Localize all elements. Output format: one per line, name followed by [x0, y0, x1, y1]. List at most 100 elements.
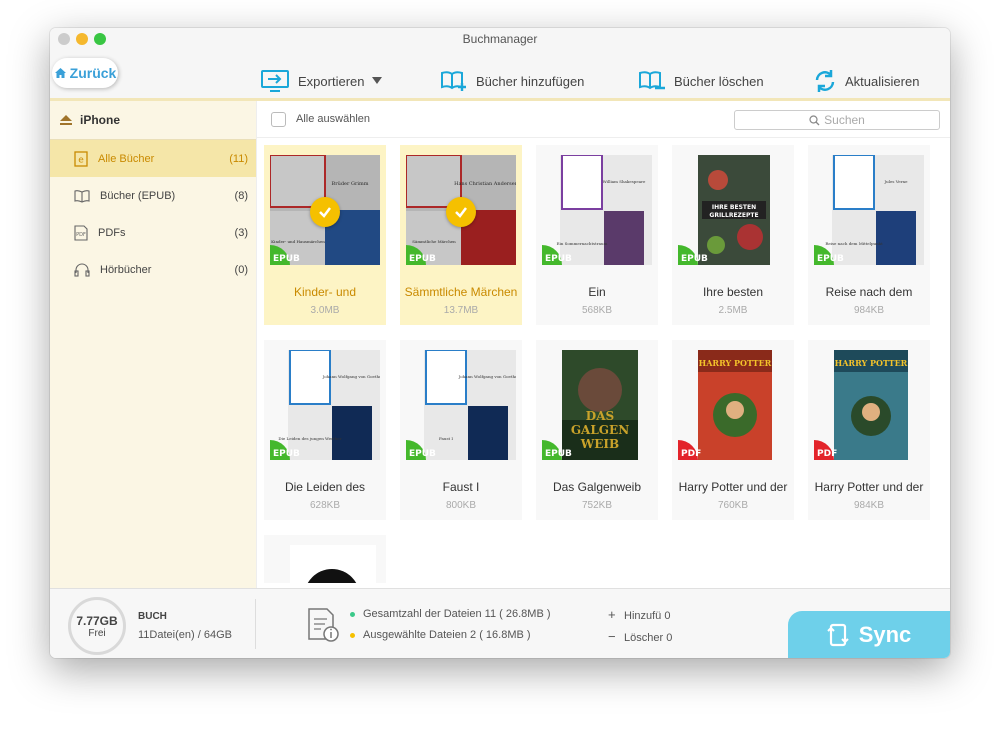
book-size: 984KB	[853, 305, 885, 316]
svg-text:William Shakespeare: William Shakespeare	[603, 179, 646, 184]
file-info-icon	[308, 608, 339, 642]
add-books-button[interactable]: Bücher hinzufügen	[440, 66, 584, 96]
svg-text:PDF: PDF	[681, 449, 701, 459]
book-title: Reise nach dem	[825, 285, 913, 299]
sidebar-item-count: (8)	[234, 189, 248, 202]
epub-badge: EPUB	[542, 440, 572, 460]
svg-text:Hans Christian Andersen: Hans Christian Andersen	[454, 181, 516, 187]
storage-free-value: 7.77GB	[76, 613, 118, 628]
sidebar-item-audiobooks[interactable]: Hörbücher (0)	[50, 251, 256, 288]
book-card[interactable]: William Shakespeare Ein Sommernachtstraum…	[536, 145, 658, 325]
eject-icon	[60, 115, 72, 125]
book-card[interactable]: Johann Wolfgang von Goethe Faust I EPUB F…	[400, 340, 522, 520]
book-size: 760KB	[717, 500, 749, 511]
book-title: Das Galgenweib	[552, 480, 642, 494]
svg-text:Faust I: Faust I	[439, 436, 453, 441]
svg-text:EPUB: EPUB	[273, 254, 300, 264]
added-text: Hinzufü 0	[624, 610, 671, 622]
search-input[interactable]: Suchen	[734, 110, 940, 130]
minimize-window-button[interactable]	[76, 33, 88, 45]
sidebar-item-count: (11)	[229, 152, 248, 165]
epub-badge: EPUB	[814, 245, 844, 265]
ebook-icon: e	[74, 150, 88, 167]
yellow-dot-icon	[350, 632, 355, 638]
back-button-label: Zurück	[69, 65, 117, 81]
book-card[interactable]: HARRY POTTER PDF Harry Potter und der 98…	[808, 340, 930, 520]
storage-ring: 7.77GB Frei	[68, 597, 126, 655]
book-title: Harry Potter und der	[814, 480, 924, 494]
svg-text:HARRY POTTER: HARRY POTTER	[699, 358, 772, 368]
svg-text:EPUB: EPUB	[409, 254, 436, 264]
open-book-icon	[74, 189, 90, 203]
book-card[interactable]: Johann Wolfgang von Goethe Die Leiden des…	[264, 340, 386, 520]
total-files-stat: Gesamtzahl der Dateien 11 ( 26.8MB )	[350, 608, 551, 620]
added-stat: + Hinzufü 0	[608, 607, 670, 622]
refresh-button[interactable]: Aktualisieren	[813, 66, 919, 96]
epub-badge: EPUB	[678, 245, 708, 265]
device-name: iPhone	[80, 113, 121, 127]
close-window-button[interactable]	[58, 33, 70, 45]
delete-books-button[interactable]: Bücher löschen	[638, 66, 764, 96]
select-all-checkbox[interactable]	[271, 111, 286, 127]
back-button[interactable]: Zurück	[52, 58, 118, 88]
pdf-file-icon: PDF	[74, 224, 88, 241]
book-card[interactable]: Hans Christian Andersen Sämmtliche Märche…	[400, 145, 522, 325]
zoom-window-button[interactable]	[94, 33, 106, 45]
book-card[interactable]	[264, 535, 386, 583]
book-title: Harry Potter und der	[678, 480, 788, 494]
caret-down-icon	[372, 77, 383, 84]
svg-text:IHRE BESTEN: IHRE BESTEN	[712, 204, 756, 211]
book-size: 628KB	[309, 500, 341, 511]
sidebar-item-pdfs[interactable]: PDF PDFs (3)	[50, 214, 256, 251]
sidebar-item-epub[interactable]: Bücher (EPUB) (8)	[50, 177, 256, 214]
book-card[interactable]: Brüder Grimm Kinder- und Hausmärchen EPUB…	[264, 145, 386, 325]
svg-text:GRILLREZEPTE: GRILLREZEPTE	[709, 212, 758, 219]
sync-device-icon	[826, 623, 849, 647]
book-library: Alle auswählen Suchen Brüder Grimm Kinder…	[257, 101, 950, 588]
pdf-badge: PDF	[814, 440, 837, 460]
book-size: 984KB	[853, 500, 885, 511]
sidebar-item-all-books[interactable]: e Alle Bücher (11)	[50, 140, 256, 177]
selected-files-text: Ausgewählte Dateien 2 ( 16.8MB )	[363, 629, 531, 641]
book-card[interactable]: HARRY POTTER PDF Harry Potter und der 76…	[672, 340, 794, 520]
svg-text:EPUB: EPUB	[545, 449, 572, 459]
status-footer: 7.77GB Frei BUCH 11Datei(en) / 64GB Gesa…	[50, 588, 950, 658]
book-size: 13.7MB	[443, 305, 479, 316]
sidebar-item-count: (3)	[234, 226, 248, 239]
book-cover	[270, 545, 380, 583]
export-button[interactable]: Exportieren	[260, 66, 383, 96]
device-row[interactable]: iPhone	[50, 101, 256, 140]
sidebar: iPhone e Alle Bücher (11) Bücher (EPUB) …	[50, 101, 257, 588]
delete-books-label: Bücher löschen	[674, 73, 764, 89]
add-book-icon	[441, 71, 466, 91]
removed-text: Löscher 0	[624, 632, 673, 644]
svg-text:PDF: PDF	[817, 449, 837, 459]
export-icon	[261, 70, 289, 92]
export-label: Exportieren	[298, 73, 365, 89]
selected-check-icon	[310, 197, 340, 227]
epub-badge: EPUB	[542, 245, 572, 265]
svg-text:e: e	[78, 155, 84, 165]
selected-files-stat: Ausgewählte Dateien 2 ( 16.8MB )	[350, 629, 531, 641]
plus-icon: +	[608, 607, 616, 622]
selected-check-icon	[446, 197, 476, 227]
book-title: Ein	[588, 285, 606, 299]
book-card[interactable]: DAS GALGEN WEIB EPUB Das Galgenweib 752KB	[536, 340, 658, 520]
green-dot-icon	[350, 611, 355, 617]
book-size: 2.5MB	[718, 305, 748, 316]
sidebar-item-label: PDFs	[98, 226, 126, 239]
sync-button[interactable]: Sync	[788, 611, 950, 658]
book-card[interactable]: IHRE BESTEN GRILLREZEPTE EPUB Ihre besten…	[672, 145, 794, 325]
minus-icon: −	[608, 629, 616, 644]
book-size: 752KB	[581, 500, 613, 511]
svg-text:PDF: PDF	[76, 232, 86, 238]
app-window: Buchmanager Zurück Exportieren Bücher hi…	[50, 28, 950, 658]
title-bar: Buchmanager	[50, 28, 950, 50]
removed-stat: − Löscher 0	[608, 629, 672, 644]
search-icon	[809, 114, 820, 125]
category-label: BUCH	[138, 611, 167, 622]
book-card[interactable]: Jules Verne Reise nach dem Mittelpunkt EP…	[808, 145, 930, 325]
svg-text:EPUB: EPUB	[817, 254, 844, 264]
book-title: Ihre besten	[702, 285, 764, 299]
sidebar-item-label: Bücher (EPUB)	[100, 189, 176, 202]
